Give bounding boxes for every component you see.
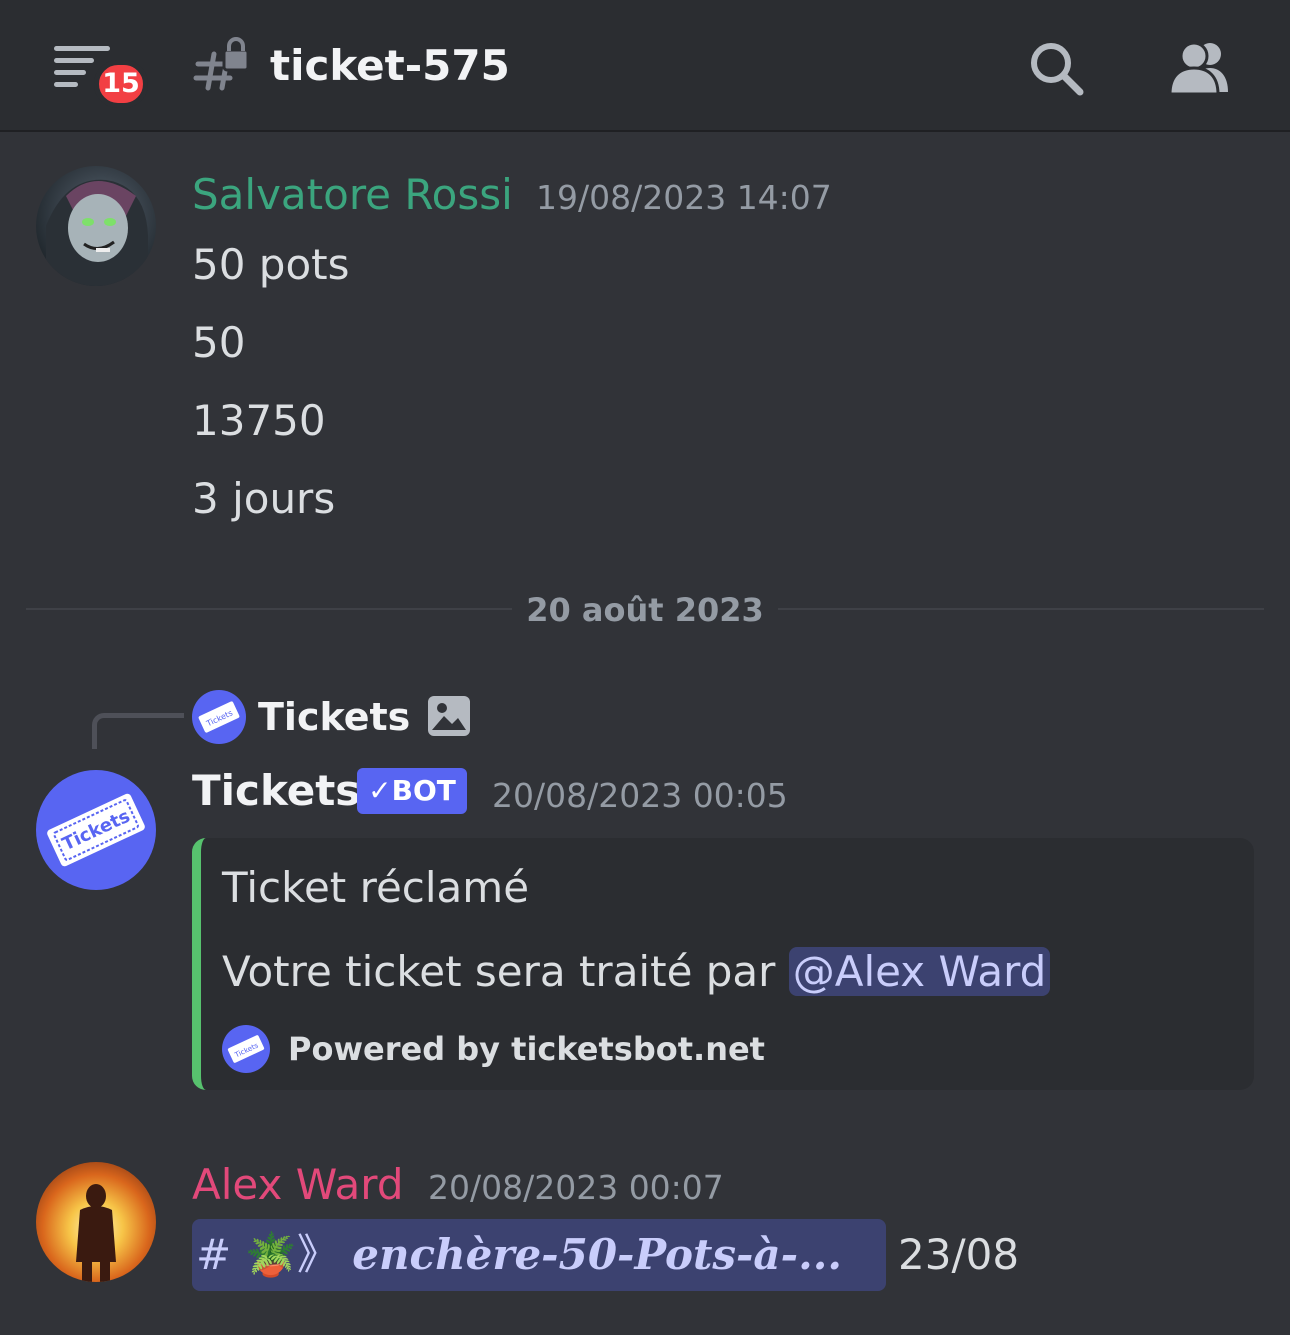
search-icon[interactable] [1026,38,1086,98]
embed-description: Votre ticket sera traité par @Alex Ward [222,946,1051,998]
message-timestamp: 20/08/2023 00:05 [492,776,788,815]
avatar[interactable] [36,166,156,286]
message-line: 50 pots [192,240,350,289]
channel-mention[interactable]: # 🪴》 enchère-50-Pots-à-... [192,1219,886,1291]
username[interactable]: Salvatore Rossi [192,170,513,220]
divider-date: 20 août 2023 [526,591,764,629]
embed-footer-icon: Tickets [222,1025,270,1073]
members-icon[interactable] [1166,38,1236,96]
channel-mention-name: enchère-50-Pots-à-... [352,1230,842,1279]
username[interactable]: Alex Ward [192,1160,403,1210]
message-text: 23/08 [898,1230,1020,1279]
channel-header: 15 ticket-575 [0,0,1290,132]
reply-avatar[interactable]: Tickets [192,690,246,744]
reply-author[interactable]: Tickets [258,692,410,742]
bot-avatar[interactable]: Tickets [36,770,156,890]
avatar[interactable] [36,1162,156,1282]
embed-title: Ticket réclamé [222,863,530,912]
channel-title: ticket-575 [270,41,510,90]
username[interactable]: Tickets [192,766,360,816]
message-timestamp: 20/08/2023 00:07 [428,1168,724,1207]
channel-hash-icon: # [196,1230,232,1279]
verified-check-icon: ✓ [368,774,392,807]
image-icon [428,696,470,736]
embed-footer: Powered by ticketsbot.net [288,1030,765,1068]
message-line: 50 [192,318,246,367]
potted-plant-icon: 🪴 [244,1230,297,1279]
private-channel-icon [193,37,250,91]
message-line: 13750 [192,396,326,445]
message-timestamp: 19/08/2023 14:07 [536,178,832,217]
unread-badge: 15 [94,60,148,108]
divider-line [778,608,1264,610]
message-line: 3 jours [192,474,336,523]
bot-badge: ✓BOT [357,768,467,814]
user-mention[interactable]: @Alex Ward [788,947,1051,996]
divider-line [26,608,512,610]
reply-spine [92,713,184,749]
